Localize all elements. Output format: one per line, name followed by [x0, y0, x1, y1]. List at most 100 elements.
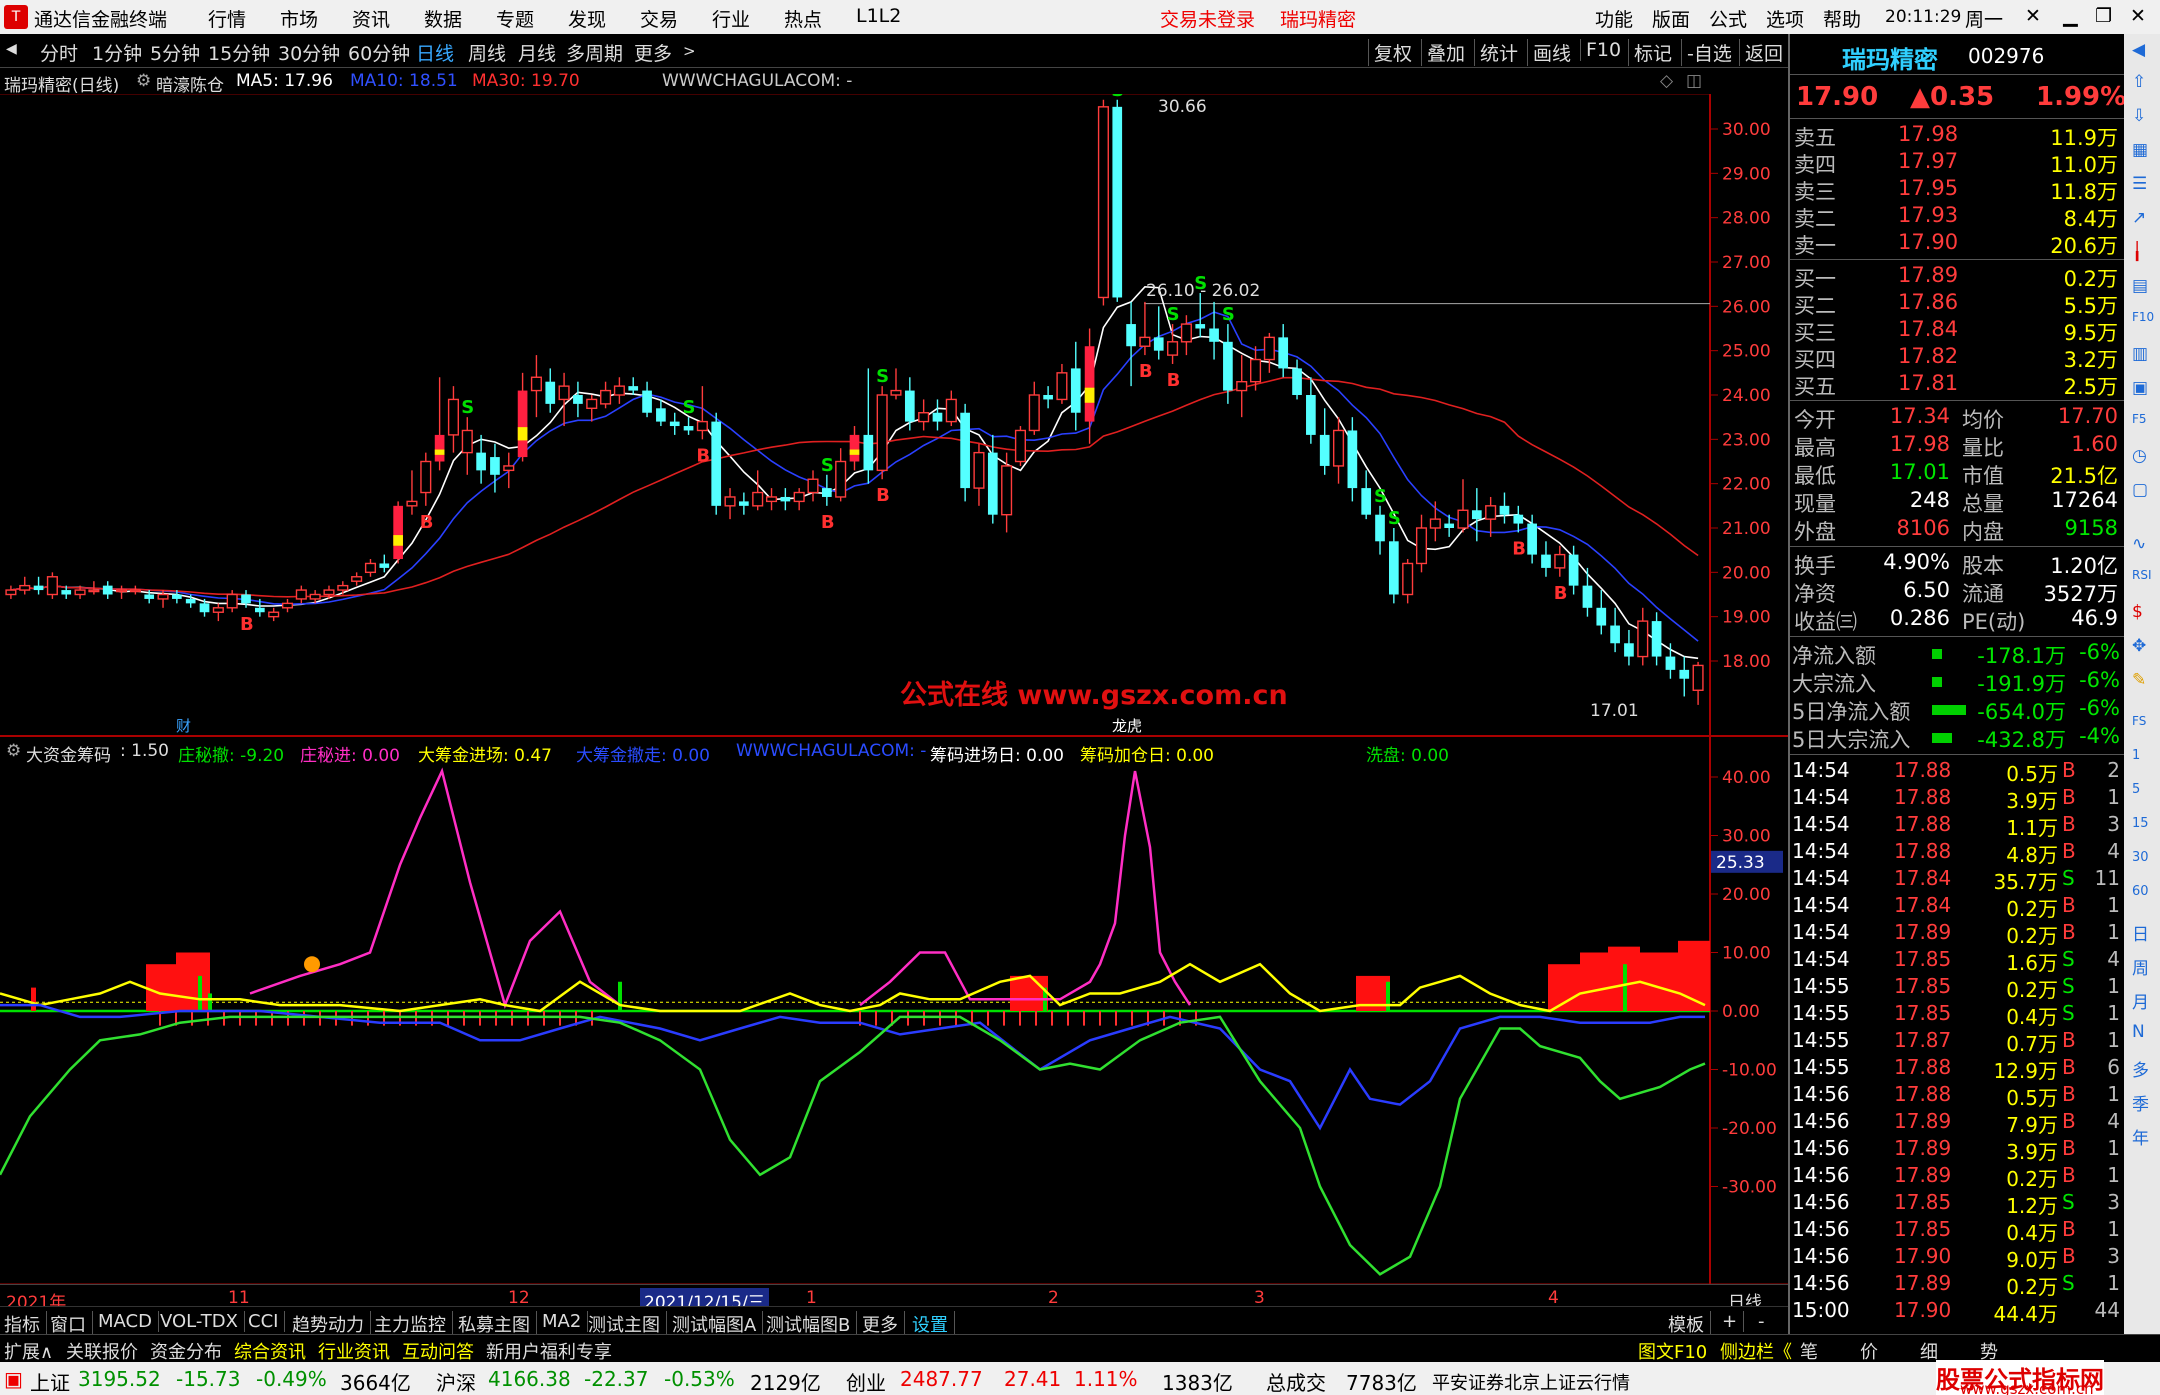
trend-icon[interactable]: ↗	[2132, 208, 2146, 228]
grid-icon[interactable]: ▦	[2132, 140, 2148, 160]
btn-huaxian[interactable]: 画线	[1527, 39, 1571, 66]
period-60min[interactable]: 60分钟	[348, 39, 410, 66]
menu-zixun[interactable]: 资讯	[352, 5, 390, 32]
menu-shichang[interactable]: 市场	[280, 5, 318, 32]
link-guanlian[interactable]: 关联报价	[66, 1338, 138, 1364]
tab-minus[interactable]: -	[1758, 1311, 1771, 1332]
side-month[interactable]: 月	[2132, 988, 2149, 1013]
pencil-icon[interactable]: ✎	[2132, 670, 2146, 690]
dollar-icon[interactable]: $	[2132, 602, 2143, 622]
tab-jia[interactable]: 价	[1860, 1338, 1878, 1364]
tab-ma2[interactable]: MA2	[542, 1311, 589, 1332]
trade-status[interactable]: 交易未登录	[1160, 5, 1255, 32]
wave-icon[interactable]: ∿	[2132, 534, 2146, 554]
sidebar-collapse-icon[interactable]: ◀	[2132, 40, 2145, 60]
cy-name[interactable]: 创业	[846, 1367, 886, 1395]
menu-hangye[interactable]: 行业	[712, 5, 750, 32]
arrow-down-icon[interactable]: ⇩	[2132, 106, 2146, 126]
period-5min[interactable]: 5分钟	[150, 39, 200, 66]
tab-vol[interactable]: VOL-TDX	[160, 1311, 245, 1332]
btn-diejia[interactable]: 叠加	[1421, 39, 1465, 66]
table-icon[interactable]: ▤	[2132, 276, 2148, 296]
menu-gongneng[interactable]: 功能	[1595, 5, 1633, 32]
period-1min[interactable]: 1分钟	[92, 39, 142, 66]
link-zijin[interactable]: 资金分布	[150, 1338, 222, 1364]
menu-xuanxiang[interactable]: 选项	[1766, 5, 1804, 32]
period-week[interactable]: 周线	[468, 39, 506, 66]
side-season[interactable]: 季	[2132, 1090, 2149, 1115]
arrow-up-icon[interactable]: ⇧	[2132, 72, 2146, 92]
menu-faxian[interactable]: 发现	[568, 5, 606, 32]
indicator-name[interactable]: 大资金筹码	[26, 741, 111, 766]
hs-name[interactable]: 沪深	[436, 1367, 476, 1395]
tab-plus[interactable]: +	[1722, 1311, 1745, 1332]
collapse-icon[interactable]: ◀	[6, 41, 17, 57]
menu-bangzhu[interactable]: 帮助	[1823, 5, 1861, 32]
link-zonghe[interactable]: 综合资讯	[234, 1338, 306, 1364]
link-hangye[interactable]: 行业资讯	[318, 1338, 390, 1364]
menu-gongshi[interactable]: 公式	[1709, 5, 1747, 32]
tab-bi[interactable]: 笔	[1800, 1338, 1818, 1364]
side-day[interactable]: 日	[2132, 920, 2149, 945]
restore-icon[interactable]: ❐	[2095, 5, 2112, 27]
minimize-icon[interactable]: ▁	[2063, 5, 2078, 27]
tab-cci[interactable]: CCI	[248, 1311, 286, 1332]
doc-icon[interactable]: ▣	[2132, 378, 2148, 398]
btn-fuquan[interactable]: 复权	[1368, 39, 1412, 66]
link-expand[interactable]: 扩展∧	[4, 1338, 53, 1364]
close-icon[interactable]: ✕	[2130, 5, 2146, 27]
period-1-icon[interactable]: 1	[2132, 748, 2140, 763]
kline-icon[interactable]: ╽	[2132, 242, 2142, 262]
settings-icon[interactable]: ⚙	[136, 71, 151, 91]
list-icon[interactable]: ☰	[2132, 174, 2147, 194]
btn-fanhui[interactable]: 返回	[1739, 39, 1783, 66]
side-year[interactable]: 年	[2132, 1124, 2149, 1149]
kline-chart[interactable]: 30.00 29.00 28.00 27.00 26.00 25.00 24.00 23.00…	[0, 94, 1788, 1284]
period-15min[interactable]: 15分钟	[208, 39, 270, 66]
btn-biaoji[interactable]: 标记	[1628, 39, 1672, 66]
menu-hangqing[interactable]: 行情	[208, 5, 246, 32]
chevron-right-icon[interactable]: >	[683, 42, 696, 60]
fs-icon[interactable]: FS	[2132, 714, 2146, 728]
menu-banmian[interactable]: 版面	[1652, 5, 1690, 32]
menu-shuju[interactable]: 数据	[424, 5, 462, 32]
menu-redian[interactable]: 热点	[784, 5, 822, 32]
f5-icon[interactable]: F5	[2132, 412, 2147, 426]
box-icon[interactable]: ▢	[2132, 480, 2148, 500]
rsi-icon[interactable]: RSI	[2132, 568, 2152, 582]
sh-name[interactable]: 上证	[30, 1367, 70, 1395]
f10-icon[interactable]: F10	[2132, 310, 2154, 324]
menu-l1l2[interactable]: L1L2	[856, 5, 901, 27]
period-more[interactable]: 更多	[634, 39, 672, 66]
period-month[interactable]: 月线	[518, 39, 556, 66]
scheme-name[interactable]: 暗濠陈仓	[156, 71, 224, 96]
period-15-icon[interactable]: 15	[2132, 816, 2149, 831]
btn-zixuan[interactable]: -自选	[1681, 39, 1732, 66]
indicator-settings-icon[interactable]: ⚙	[6, 741, 21, 761]
btn-tongji[interactable]: 统计	[1474, 39, 1518, 66]
side-multi[interactable]: 多	[2132, 1056, 2149, 1081]
period-60-icon[interactable]: 60	[2132, 884, 2149, 899]
expand-icon[interactable]: ◫	[1686, 71, 1702, 91]
link-tuwen-f10[interactable]: 图文F10	[1638, 1338, 1707, 1364]
clock-icon[interactable]: ◷	[2132, 446, 2147, 466]
tab-macd[interactable]: MACD	[98, 1311, 159, 1332]
period-fenshi[interactable]: 分时	[40, 39, 78, 66]
menu-zhuanti[interactable]: 专题	[496, 5, 534, 32]
index-icon[interactable]: ▣	[4, 1367, 23, 1391]
link-xinyonghu[interactable]: 新用户福利专享	[486, 1338, 612, 1364]
btn-f10[interactable]: F10	[1580, 39, 1621, 61]
menu-jiaoyi[interactable]: 交易	[640, 5, 678, 32]
side-week[interactable]: 周	[2132, 954, 2149, 979]
link-hudong[interactable]: 互动问答	[402, 1338, 474, 1364]
period-30-icon[interactable]: 30	[2132, 850, 2149, 865]
period-multi[interactable]: 多周期	[566, 39, 623, 66]
side-n[interactable]: N	[2132, 1022, 2145, 1042]
diamond-icon[interactable]: ◇	[1660, 71, 1673, 91]
move-icon[interactable]: ✥	[2132, 636, 2146, 656]
chart-icon[interactable]: ▥	[2132, 344, 2148, 364]
period-5-icon[interactable]: 5	[2132, 782, 2140, 797]
period-day[interactable]: 日线	[416, 39, 454, 66]
link-sidebar[interactable]: 侧边栏《	[1720, 1338, 1792, 1364]
close-tab-icon[interactable]: ✕	[2025, 5, 2041, 27]
